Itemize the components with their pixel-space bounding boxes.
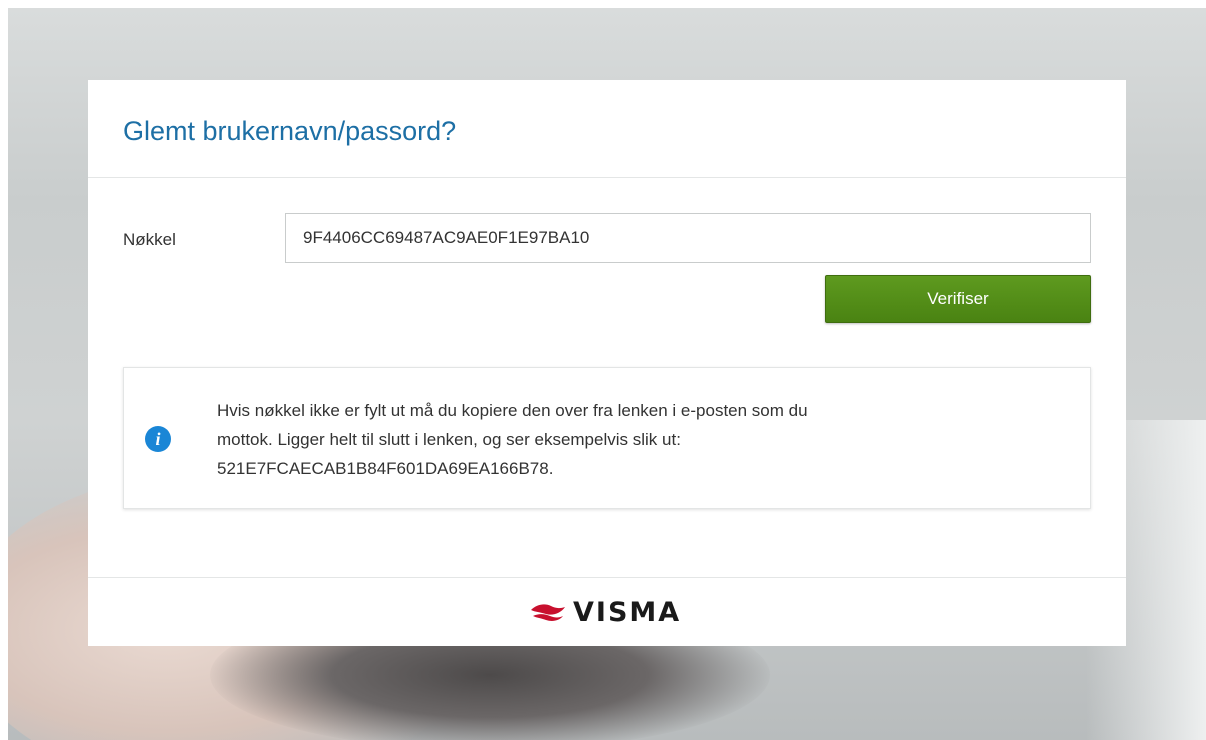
- info-text-line: 521E7FCAECAB1B84F601DA69EA166B78.: [217, 459, 554, 478]
- key-label: Nøkkel: [123, 230, 176, 249]
- info-text-line: Hvis nøkkel ikke er fylt ut må du kopier…: [217, 401, 808, 420]
- card-header: Glemt brukernavn/passord?: [88, 80, 1126, 178]
- card-footer: VISMA: [88, 577, 1126, 646]
- page-title: Glemt brukernavn/passord?: [123, 116, 457, 146]
- visma-mark-icon: [531, 604, 565, 621]
- info-text: Hvis nøkkel ikke er fylt ut må du kopier…: [217, 396, 1067, 483]
- forgot-password-card: Glemt brukernavn/passord? Nøkkel Verifis…: [88, 80, 1126, 646]
- info-box: i Hvis nøkkel ikke er fylt ut må du kopi…: [123, 367, 1091, 509]
- left-edge: [0, 0, 8, 740]
- info-text-line: mottok. Ligger helt til slutt i lenken, …: [217, 430, 681, 449]
- key-input[interactable]: [285, 213, 1091, 263]
- verify-button[interactable]: Verifiser: [825, 275, 1091, 323]
- visma-wordmark: VISMA: [573, 596, 682, 628]
- visma-logo: VISMA: [529, 596, 682, 628]
- info-icon: i: [145, 426, 171, 452]
